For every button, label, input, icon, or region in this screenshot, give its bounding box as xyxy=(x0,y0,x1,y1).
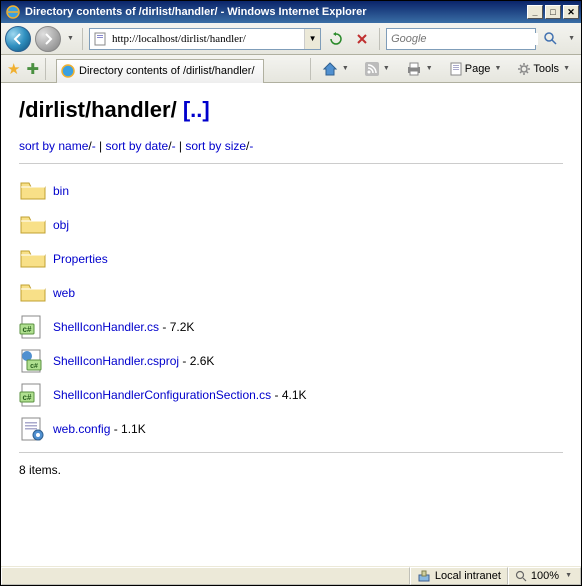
add-favorite-button[interactable]: ✚ xyxy=(24,60,41,78)
folder-icon xyxy=(19,276,53,310)
sort-controls: sort by name/- | sort by date/- | sort b… xyxy=(19,139,563,153)
entry-link[interactable]: Properties xyxy=(53,252,108,266)
separator xyxy=(45,58,46,80)
entry-link[interactable]: ShellIconHandler.csproj xyxy=(53,354,179,368)
list-item: web.config - 1.1K xyxy=(19,412,313,446)
svg-text:c#: c# xyxy=(23,325,32,334)
favorites-center-button[interactable]: ★ xyxy=(5,60,22,78)
minimize-button[interactable]: _ xyxy=(527,5,543,19)
status-bar: Local intranet 100% ▼ xyxy=(1,565,581,585)
path-text: /dirlist/handler/ xyxy=(19,97,177,122)
sort-by-date-link[interactable]: sort by date xyxy=(106,139,169,153)
list-item: obj xyxy=(19,208,313,242)
chevron-down-icon: ▼ xyxy=(561,65,572,72)
list-item: bin xyxy=(19,174,313,208)
entry-link[interactable]: ShellIconHandler.cs xyxy=(53,320,159,334)
page-menu-button[interactable]: Page ▼ xyxy=(444,59,509,79)
entry-link[interactable]: web.config xyxy=(53,422,110,436)
divider xyxy=(19,163,563,164)
intranet-zone-icon xyxy=(417,569,431,583)
nav-history-dropdown[interactable]: ▼ xyxy=(65,35,76,42)
entry-size: 2.6K xyxy=(190,354,215,368)
page-icon xyxy=(92,31,108,47)
item-count: 8 items. xyxy=(19,463,563,477)
separator xyxy=(310,58,311,80)
chevron-down-icon: ▼ xyxy=(563,572,574,579)
sort-by-size-link[interactable]: sort by size xyxy=(185,139,246,153)
tools-menu-label: Tools xyxy=(533,63,559,75)
ie-icon xyxy=(61,64,75,78)
sort-by-name-link[interactable]: sort by name xyxy=(19,139,88,153)
tools-menu-button[interactable]: Tools ▼ xyxy=(512,59,577,79)
ie-icon xyxy=(5,4,21,20)
directory-listing: bin obj Properties web c# ShellIconHandler.cs… xyxy=(19,174,313,446)
feeds-button[interactable]: ▼ xyxy=(360,59,397,79)
zoom-icon xyxy=(515,570,527,582)
zoom-panel[interactable]: 100% ▼ xyxy=(508,567,581,585)
nav-toolbar: ▼ ▼ ▼ xyxy=(1,23,581,55)
window-titlebar: Directory contents of /dirlist/handler/ … xyxy=(1,1,581,23)
entry-size: 7.2K xyxy=(170,320,195,334)
print-button[interactable]: ▼ xyxy=(401,59,440,79)
list-item: c# ShellIconHandler.cs - 7.2K xyxy=(19,310,313,344)
folder-icon xyxy=(19,208,53,242)
home-button[interactable]: ▼ xyxy=(317,58,356,80)
sort-size-desc-link[interactable]: - xyxy=(249,139,253,153)
entry-size: 4.1K xyxy=(282,388,307,402)
divider xyxy=(19,452,563,453)
config-icon xyxy=(19,412,53,446)
status-panel xyxy=(1,567,410,585)
refresh-button[interactable] xyxy=(325,28,347,50)
size-separator: - xyxy=(179,354,190,368)
maximize-button[interactable]: □ xyxy=(545,5,561,19)
folder-icon xyxy=(19,174,53,208)
entry-size: 1.1K xyxy=(121,422,146,436)
close-button[interactable]: ✕ xyxy=(563,5,579,19)
search-input[interactable] xyxy=(387,33,538,45)
page-menu-label: Page xyxy=(465,63,491,75)
parent-dir-link[interactable]: [..] xyxy=(183,97,210,122)
cs-icon: c# xyxy=(19,310,53,344)
forward-button[interactable] xyxy=(35,26,61,52)
cs-icon: c# xyxy=(19,378,53,412)
browser-tab[interactable]: Directory contents of /dirlist/handler/ xyxy=(56,59,263,83)
separator xyxy=(379,28,380,50)
back-button[interactable] xyxy=(5,26,31,52)
address-dropdown[interactable]: ▼ xyxy=(304,29,320,49)
chevron-down-icon: ▼ xyxy=(340,65,351,72)
entry-link[interactable]: ShellIconHandlerConfigurationSection.cs xyxy=(53,388,271,402)
list-item: c# ShellIconHandlerConfigurationSection.c… xyxy=(19,378,313,412)
address-input[interactable] xyxy=(110,33,304,45)
page-content: /dirlist/handler/ [..] sort by name/- | … xyxy=(1,83,581,565)
list-item: c# ShellIconHandler.csproj - 2.6K xyxy=(19,344,313,378)
size-separator: - xyxy=(110,422,121,436)
search-box[interactable] xyxy=(386,28,536,50)
chevron-down-icon: ▼ xyxy=(492,65,503,72)
entry-link[interactable]: bin xyxy=(53,184,69,198)
chevron-down-icon: ▼ xyxy=(381,65,392,72)
security-zone-label: Local intranet xyxy=(435,570,501,582)
entry-link[interactable]: obj xyxy=(53,218,69,232)
csproj-icon: c# xyxy=(19,344,53,378)
chevron-down-icon: ▼ xyxy=(424,65,435,72)
tab-title: Directory contents of /dirlist/handler/ xyxy=(79,65,254,77)
size-separator: - xyxy=(159,320,170,334)
svg-text:c#: c# xyxy=(23,393,32,402)
search-dropdown[interactable]: ▼ xyxy=(566,35,577,42)
separator xyxy=(82,28,83,50)
size-separator: - xyxy=(271,388,282,402)
entry-link[interactable]: web xyxy=(53,286,75,300)
zoom-level: 100% xyxy=(531,570,559,582)
window-title: Directory contents of /dirlist/handler/ … xyxy=(25,6,525,18)
list-item: Properties xyxy=(19,242,313,276)
search-button[interactable] xyxy=(540,28,562,50)
folder-icon xyxy=(19,242,53,276)
svg-text:c#: c# xyxy=(30,363,38,370)
page-title: /dirlist/handler/ [..] xyxy=(19,97,563,123)
tab-toolbar: ★ ✚ Directory contents of /dirlist/handl… xyxy=(1,55,581,83)
security-zone-panel: Local intranet xyxy=(410,567,508,585)
list-item: web xyxy=(19,276,313,310)
address-bar[interactable]: ▼ xyxy=(89,28,321,50)
stop-button[interactable] xyxy=(351,28,373,50)
